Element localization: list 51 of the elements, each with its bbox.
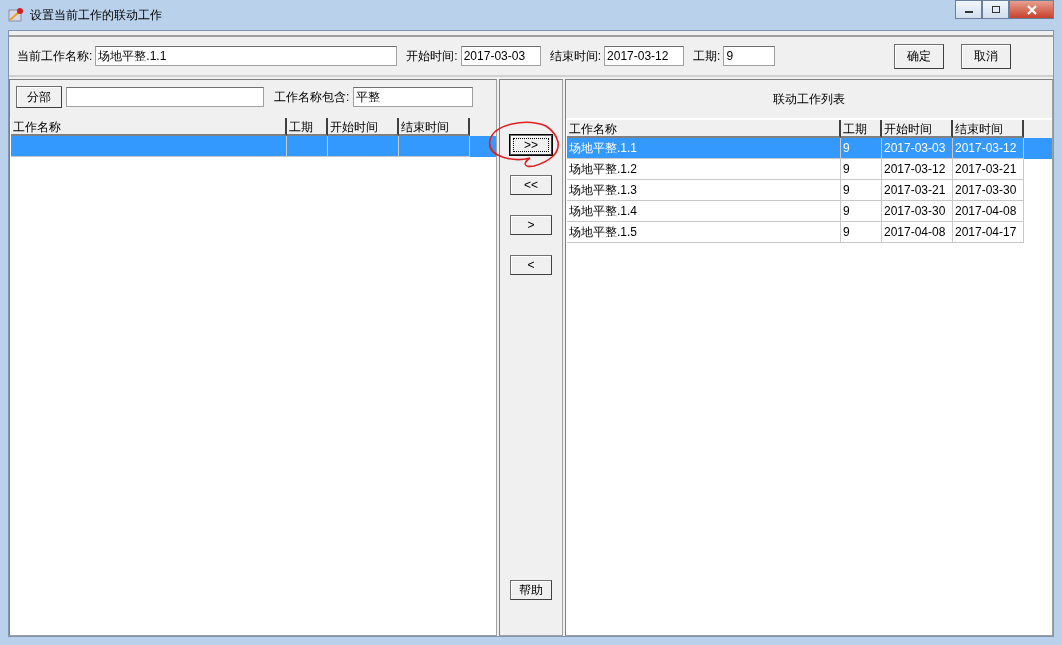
maximize-button[interactable] xyxy=(982,0,1009,19)
table-cell: 2017-03-03 xyxy=(882,138,953,159)
filter-label: 工作名称包含: xyxy=(274,88,350,106)
table-cell: 2017-04-17 xyxy=(953,222,1024,243)
dialog-button[interactable]: 确定 xyxy=(894,43,944,69)
maximize-icon xyxy=(990,5,1001,14)
move-button[interactable]: < xyxy=(510,255,552,275)
table-cell: 9 xyxy=(841,159,882,180)
table-cell: 2017-03-30 xyxy=(882,201,953,222)
division-field[interactable] xyxy=(66,87,264,107)
field-label: 结束时间: xyxy=(549,47,602,65)
field-label: 工期: xyxy=(693,47,721,65)
table-cell: 场地平整.1.5 xyxy=(567,222,841,243)
table-cell: 场地平整.1.2 xyxy=(567,159,841,180)
table-cell: 2017-03-12 xyxy=(882,159,953,180)
table-cell: 2017-03-12 xyxy=(953,138,1024,159)
table-cell: 2017-04-08 xyxy=(882,222,953,243)
close-button[interactable] xyxy=(1009,0,1054,19)
dialog-button[interactable]: 取消 xyxy=(961,43,1011,69)
table-cell: 2017-04-08 xyxy=(953,201,1024,222)
field-label: 当前工作名称: xyxy=(17,47,93,65)
table-cell: 2017-03-30 xyxy=(953,180,1024,201)
filter-field[interactable]: 平整 xyxy=(353,87,474,107)
table-row[interactable]: 场地平整.1.2 9 2017-03-12 2017-03-21 xyxy=(567,159,1052,180)
help-button[interactable]: 帮助 xyxy=(510,580,552,600)
table-cell: 9 xyxy=(841,222,882,243)
table-cell: 2017-03-21 xyxy=(953,159,1024,180)
move-button[interactable]: > xyxy=(510,215,552,235)
table-cell: 2017-03-21 xyxy=(882,180,953,201)
table-cell: 9 xyxy=(841,138,882,159)
table-row[interactable]: 场地平整.1.5 9 2017-04-08 2017-04-17 xyxy=(567,222,1052,243)
table-cell: 场地平整.1.1 xyxy=(567,138,841,159)
minimize-button[interactable] xyxy=(955,0,982,19)
move-button[interactable]: >> xyxy=(510,135,552,155)
table-cell: 场地平整.1.4 xyxy=(567,201,841,222)
table-row[interactable]: 场地平整.1.4 9 2017-03-30 2017-04-08 xyxy=(567,201,1052,222)
text-field[interactable]: 2017-03-03 xyxy=(460,46,541,66)
window-title: 设置当前工作的联动工作 xyxy=(30,6,162,24)
text-field[interactable]: 场地平整.1.1 xyxy=(95,46,398,66)
field-label: 开始时间: xyxy=(406,47,458,65)
division-button[interactable]: 分部 xyxy=(16,86,62,108)
table-cell: 9 xyxy=(841,201,882,222)
close-icon xyxy=(1025,4,1038,15)
text-field[interactable]: 9 xyxy=(723,46,776,66)
app-icon xyxy=(8,7,24,23)
table-row[interactable]: 场地平整.1.3 9 2017-03-21 2017-03-30 xyxy=(567,180,1052,201)
table-cell: 9 xyxy=(841,180,882,201)
table-cell: 场地平整.1.3 xyxy=(567,180,841,201)
text-field[interactable]: 2017-03-12 xyxy=(604,46,685,66)
move-button[interactable]: << xyxy=(510,175,552,195)
list-title: 联动工作列表 xyxy=(566,80,1052,120)
